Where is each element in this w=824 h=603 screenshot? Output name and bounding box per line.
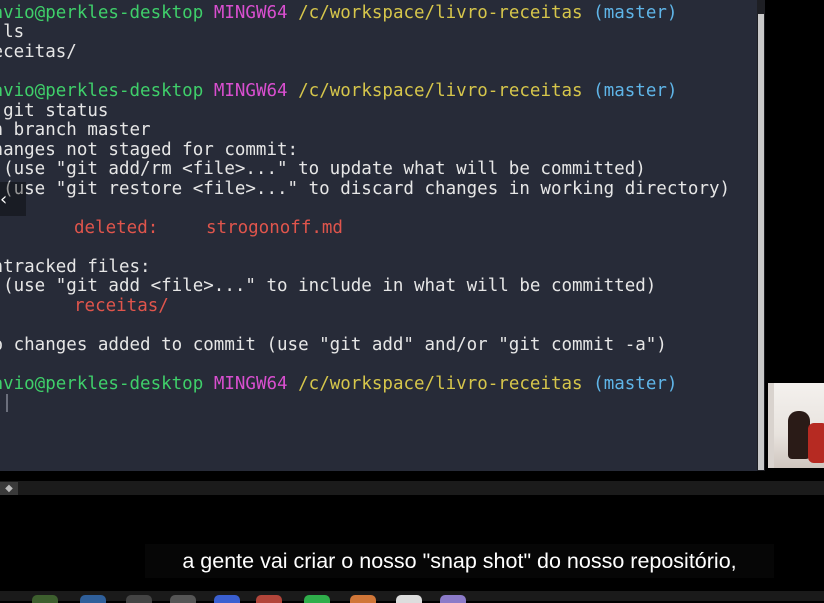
chevron-left-icon[interactable]: ‹ (0, 182, 26, 216)
output-line: (use "git add <file>..." to include in w… (0, 276, 657, 296)
deleted-file: strogonoff.md (206, 218, 343, 238)
prompt-branch: (master) (593, 374, 678, 394)
prompt-path: /c/workspace/livro-receitas (298, 374, 583, 394)
subtitle-caption: a gente vai criar o nosso "snap shot" do… (145, 544, 774, 578)
app-icon[interactable] (350, 595, 376, 603)
prompt-line: tavio@perkles-desktop MINGW64 /c/workspa… (0, 81, 677, 101)
output-line: receitas/ (0, 42, 77, 62)
app-icon[interactable] (170, 595, 196, 603)
command-line: ls (3, 22, 25, 42)
output-line: no changes added to commit (use "git add… (0, 335, 667, 355)
prompt-user: tavio@perkles-desktop (0, 374, 204, 394)
output-line: Changes not staged for commit: (0, 140, 299, 160)
prompt-path: /c/workspace/livro-receitas (298, 81, 583, 101)
command-line: git status (3, 101, 109, 121)
prompt-user: tavio@perkles-desktop (0, 3, 204, 23)
output-line: Untracked files: (0, 257, 151, 277)
prompt-msystem: MINGW64 (213, 3, 288, 23)
terminal-window[interactable]: tavio@perkles-desktop MINGW64 /c/workspa… (0, 0, 757, 471)
webcam-overlay (768, 383, 824, 468)
output-line: (use "git restore <file>..." to discard … (0, 179, 731, 199)
prompt-branch: (master) (593, 81, 678, 101)
app-icon[interactable] (304, 595, 330, 603)
subtitle-text: a gente vai criar o nosso "snap shot" do… (182, 548, 737, 573)
prompt-line: tavio@perkles-desktop MINGW64 /c/workspa… (0, 3, 677, 23)
prompt-msystem: MINGW64 (213, 81, 288, 101)
deleted-label: deleted: (74, 218, 159, 238)
progress-strip (0, 481, 824, 495)
output-line: (use "git add/rm <file>..." to update wh… (0, 159, 646, 179)
app-icon[interactable] (32, 595, 58, 603)
app-icon[interactable] (396, 595, 422, 603)
output-line: On branch master (0, 120, 151, 140)
text-cursor (6, 394, 8, 412)
prompt-branch: (master) (593, 3, 678, 23)
app-icon[interactable] (440, 595, 466, 603)
scrollbar-thumb[interactable] (758, 14, 764, 470)
prompt-user: tavio@perkles-desktop (0, 81, 204, 101)
prompt-line: tavio@perkles-desktop MINGW64 /c/workspa… (0, 374, 677, 394)
prompt-path: /c/workspace/livro-receitas (298, 3, 583, 23)
prompt-msystem: MINGW64 (213, 374, 288, 394)
app-icon[interactable] (214, 595, 240, 603)
app-icon[interactable] (256, 595, 282, 603)
app-icon[interactable] (126, 595, 152, 603)
untracked-file: receitas/ (74, 296, 169, 316)
app-icon[interactable] (80, 595, 106, 603)
diamond-icon[interactable]: ◆ (0, 482, 18, 495)
